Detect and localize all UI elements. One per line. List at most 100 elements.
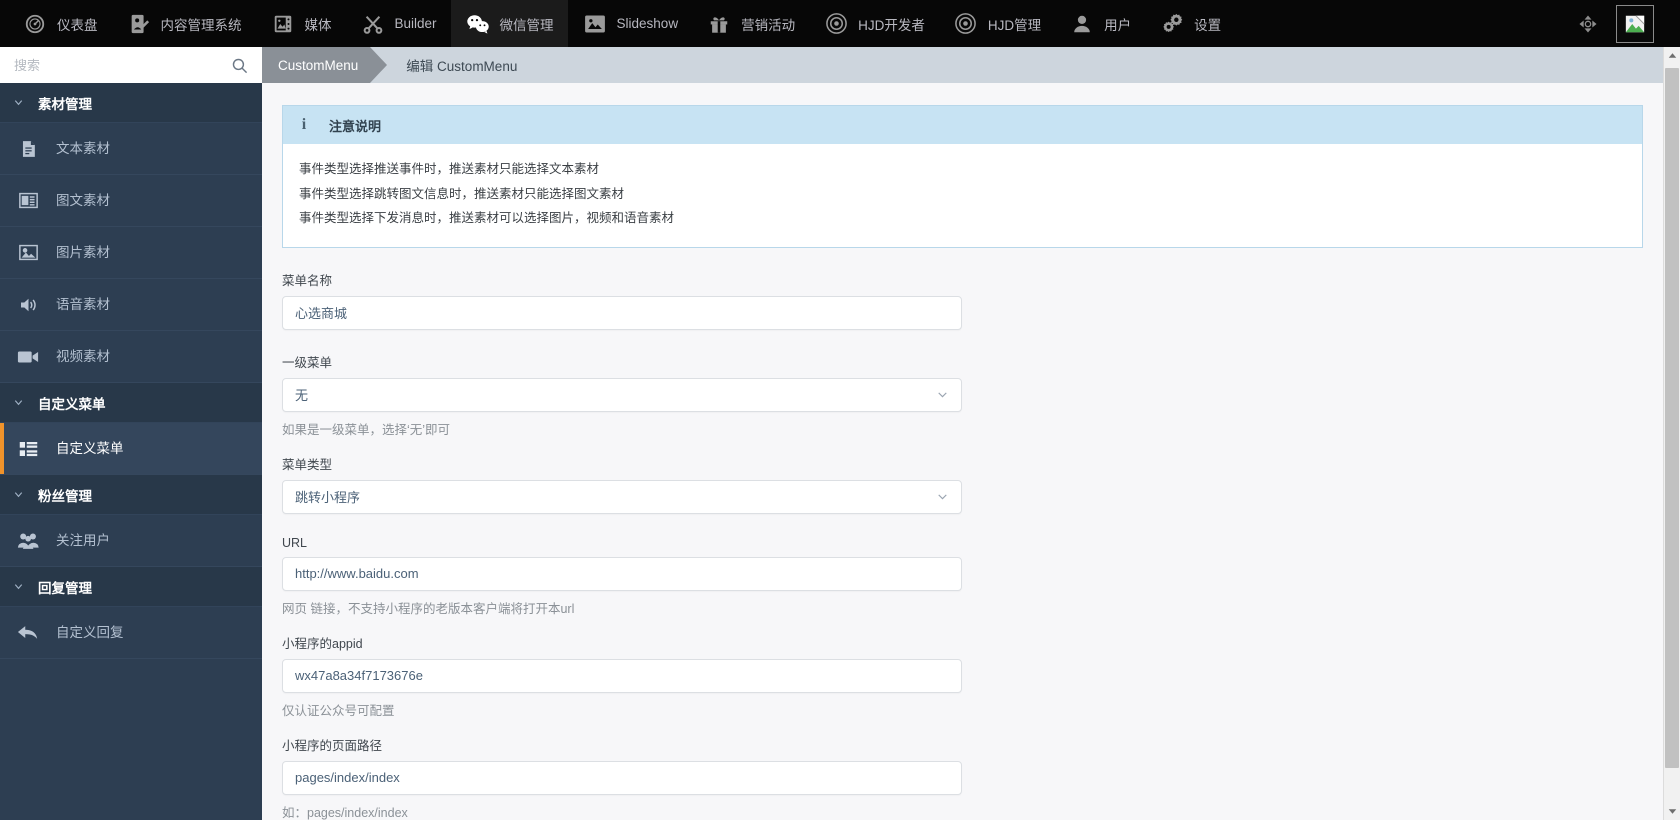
reply-arrow-icon [16,622,40,644]
topnav-item-wechat[interactable]: 微信管理 [450,0,568,47]
page-path-input[interactable]: pages/index/index [282,760,962,795]
sidebar-item-label: 自定义菜单 [56,440,124,456]
notice-panel: i 注意说明 事件类型选择推送事件时，推送素材只能选择文本素材 事件类型选择跳转… [282,105,1643,248]
sidebar-group-reply[interactable]: 回复管理 [0,567,262,607]
appid-input[interactable]: wx47a8a34f7173676e [282,658,962,693]
topnav-item-dashboard[interactable]: 仪表盘 [8,0,112,47]
topnav-item-hjd-admin[interactable]: HJD管理 [939,0,1055,47]
document-icon [16,138,40,160]
field-menu-type: 菜单类型 跳转小程序 [282,454,1643,514]
vertical-scrollbar[interactable] [1663,47,1680,820]
user-icon [1069,11,1095,37]
scrollbar-track[interactable] [1664,64,1680,803]
field-label: 一级菜单 [282,355,333,370]
page-path-value: pages/index/index [295,770,400,785]
breadcrumb-custommenu[interactable]: CustomMenu [262,47,388,83]
sidebar-item-label: 图文素材 [56,192,110,208]
topnav-label: 内容管理系统 [160,17,242,33]
menu-type-value: 跳转小程序 [295,490,361,505]
field-label: URL [282,535,308,550]
topnav-label: 用户 [1104,17,1132,33]
broken-image-thumbnail[interactable] [1616,4,1654,43]
menu-name-value: 心选商城 [295,306,348,321]
field-label: 小程序的appid [282,636,363,651]
chevron-down-icon [936,490,949,503]
gears-icon [1159,11,1185,37]
sidebar-group-label: 粉丝管理 [38,488,92,504]
appid-value: wx47a8a34f7173676e [295,668,423,683]
search-icon[interactable] [231,57,248,74]
topnav-label: 营销活动 [741,17,796,33]
notice-line: 事件类型选择推送事件时，推送素材只能选择文本素材 [299,162,600,176]
breadcrumb: CustomMenu 编辑 CustomMenu [262,47,1663,83]
parent-menu-value: 无 [295,388,309,403]
topnav-label: HJD开发者 [858,17,925,33]
picture-icon [16,242,40,264]
sidebar-item-news-material[interactable]: 图文素材 [0,175,262,227]
url-input[interactable]: http://www.baidu.com [282,556,962,591]
notice-header: i 注意说明 [283,106,1642,144]
dashboard-icon [22,11,48,37]
sidebar-item-custom-menu[interactable]: 自定义菜单 [0,423,262,475]
cms-icon [126,11,152,37]
speaker-icon [16,294,40,316]
field-page-path: 小程序的页面路径 pages/index/index 如：pages/index… [282,735,1643,820]
menu-name-input[interactable]: 心选商城 [282,295,962,330]
sidebar-item-label: 视频素材 [56,348,110,364]
parent-menu-select[interactable]: 无 [282,377,962,412]
topnav-item-media[interactable]: 媒体 [256,0,346,47]
topnav-item-marketing[interactable]: 营销活动 [692,0,809,47]
topnav-item-slideshow[interactable]: Slideshow [568,0,693,47]
notice-line: 事件类型选择下发消息时，推送素材可以选择图片，视频和语音素材 [299,211,675,225]
sidebar-item-video-material[interactable]: 视频素材 [0,331,262,383]
topnav-item-hjd-developer[interactable]: HJD开发者 [809,0,939,47]
breadcrumb-first-label: CustomMenu [278,57,359,73]
chevron-down-icon [936,388,949,401]
sidebar: 素材管理 文本素材 图文素材 图片素材 语音素材 [0,47,262,820]
sidebar-search[interactable] [0,47,262,83]
sidebar-group-material[interactable]: 素材管理 [0,83,262,123]
newspaper-icon [16,190,40,212]
chevron-down-icon [13,581,25,592]
topnav-item-users[interactable]: 用户 [1055,0,1145,47]
topnav-item-builder[interactable]: Builder [346,0,451,47]
topnav-label: 微信管理 [499,17,554,33]
scrollbar-thumb[interactable] [1664,68,1679,768]
field-hint: 如：pages/index/index [282,805,408,820]
sidebar-item-text-material[interactable]: 文本素材 [0,123,262,175]
scissors-icon [360,11,386,37]
breadcrumb-current-label: 编辑 CustomMenu [406,59,518,74]
topnav-item-cms[interactable]: 内容管理系统 [112,0,256,47]
slideshow-icon [582,11,608,37]
scroll-up-arrow-icon[interactable] [1664,47,1680,64]
sidebar-item-image-material[interactable]: 图片素材 [0,227,262,279]
top-nav-items: 仪表盘 内容管理系统 媒体 Builder 微信管理 Slideshow 营销活… [8,0,1235,47]
list-icon [16,438,40,460]
notice-line: 事件类型选择跳转图文信息时，推送素材只能选择图文素材 [299,186,625,201]
target-icon [953,11,979,37]
field-hint: 如果是一级菜单，选择‘无’即可 [282,422,451,437]
field-hint: 仅认证公众号可配置 [282,703,395,718]
scroll-down-arrow-icon[interactable] [1664,803,1680,820]
topnav-item-settings[interactable]: 设置 [1145,0,1235,47]
sidebar-item-followers[interactable]: 关注用户 [0,515,262,567]
field-parent-menu: 一级菜单 无 如果是一级菜单，选择‘无’即可 [282,352,1643,438]
topnav-label: HJD管理 [987,17,1042,33]
sidebar-item-custom-reply[interactable]: 自定义回复 [0,607,262,659]
search-input[interactable] [14,57,231,73]
field-menu-name: 菜单名称 心选商城 [282,270,1643,330]
sidebar-group-fans[interactable]: 粉丝管理 [0,475,262,515]
target-icon [823,11,849,37]
sidebar-item-voice-material[interactable]: 语音素材 [0,279,262,331]
field-hint: 网页 链接，不支持小程序的老版本客户端将打开本url [282,601,575,616]
form-area: i 注意说明 事件类型选择推送事件时，推送素材只能选择文本素材 事件类型选择跳转… [262,83,1663,820]
move-crosshair-icon[interactable] [1578,14,1598,34]
menu-type-select[interactable]: 跳转小程序 [282,479,962,514]
topnav-label: Builder [394,16,437,31]
topnav-label: 仪表盘 [57,17,98,33]
chevron-down-icon [13,397,25,408]
sidebar-group-custom-menu[interactable]: 自定义菜单 [0,383,262,423]
